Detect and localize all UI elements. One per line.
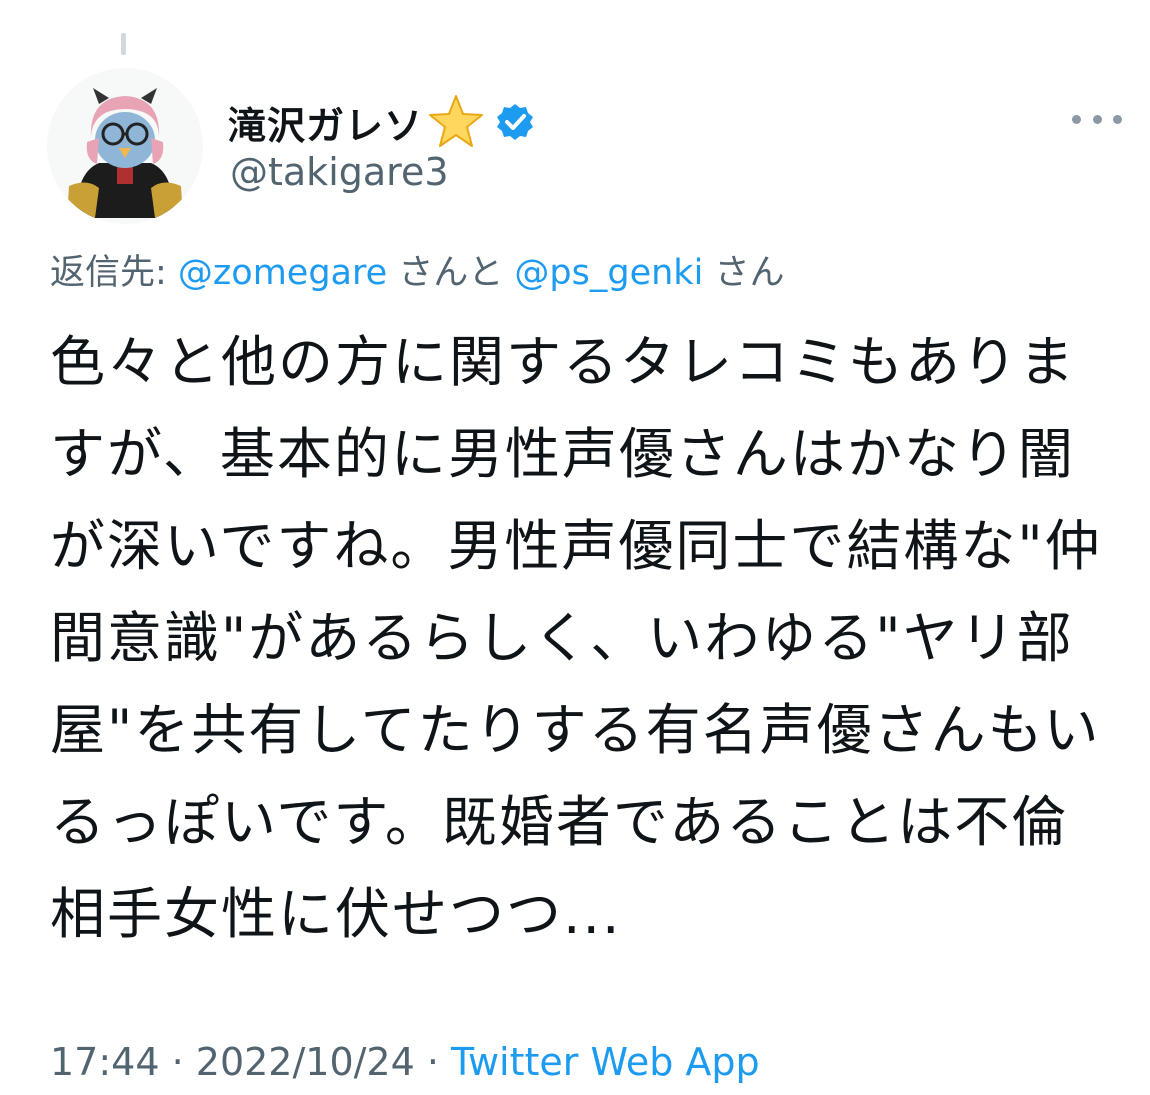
reply-to-prefix: 返信先:: [50, 253, 178, 293]
verified-badge-icon: [495, 102, 535, 142]
mention-link-ps-genki[interactable]: @ps_genki: [514, 253, 703, 293]
reply-to-line: 返信先: @zomegare さんと @ps_genki さん: [50, 244, 784, 295]
avatar-image: [47, 68, 203, 224]
more-dot: [1072, 114, 1081, 124]
display-name[interactable]: 滝沢ガレソ: [228, 95, 423, 150]
avatar[interactable]: [47, 68, 203, 224]
tweet-text: 色々と他の方に関するタレコミもありますが、基本的に男性声優さんはかなり闇が深いで…: [50, 330, 1102, 946]
author-handle[interactable]: @takigare3: [230, 150, 449, 194]
meta-separator: ·: [414, 1040, 452, 1084]
more-dot: [1113, 114, 1122, 124]
tweet-meta: 17:44 · 2022/10/24 · Twitter Web App: [50, 1040, 760, 1084]
star-icon: [427, 93, 485, 151]
more-dot: [1092, 114, 1102, 124]
reply-to-joiner: さんと: [387, 253, 515, 293]
thread-connector-line: [121, 33, 126, 55]
tweet-time[interactable]: 17:44: [50, 1040, 160, 1084]
meta-separator: ·: [159, 1040, 196, 1084]
author-name-row: 滝沢ガレソ: [228, 92, 535, 152]
more-options-icon[interactable]: [1072, 104, 1122, 134]
tweet-date[interactable]: 2022/10/24: [196, 1040, 415, 1084]
tweet-source-link[interactable]: Twitter Web App: [451, 1040, 760, 1084]
reply-to-suffix: さん: [703, 253, 785, 293]
mention-link-zomegare[interactable]: @zomegare: [178, 253, 387, 293]
